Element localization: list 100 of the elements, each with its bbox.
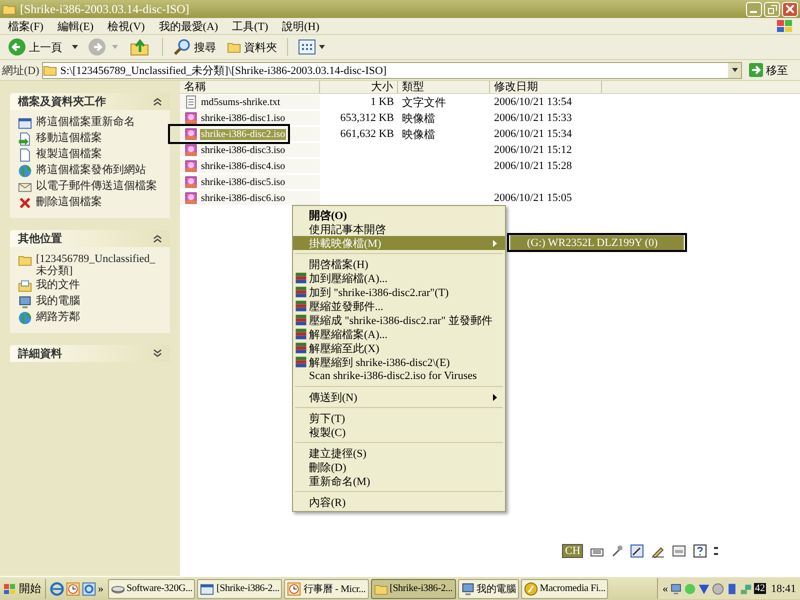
- menu-item[interactable]: (G:) WR2352L DLZ199Y (0): [511, 236, 683, 250]
- task-link[interactable]: 以電子郵件傳送這個檔案: [36, 180, 157, 192]
- clock-icon: [287, 582, 302, 596]
- menu-item[interactable]: 說明(H): [276, 18, 328, 34]
- menu-item[interactable]: Scan shrike-i386-disc2.iso for Viruses: [293, 369, 505, 383]
- menu-item[interactable]: 使用記事本開啓: [293, 222, 505, 236]
- taskbar-button[interactable]: 行事曆 - Micr...: [284, 578, 369, 598]
- section-title: 檔案及資料夾工作: [18, 94, 106, 109]
- back-button[interactable]: 上一頁: [4, 38, 66, 56]
- menu-item[interactable]: 加到 "shrike-i386-disc2.rar"(T): [293, 285, 505, 299]
- close-icon: [786, 5, 794, 13]
- column-header[interactable]: 名稱: [180, 81, 320, 93]
- quick-launch-overflow[interactable]: »: [98, 582, 104, 594]
- books-icon: [294, 285, 308, 299]
- task-link[interactable]: 將這個檔案發佈到網站: [36, 164, 146, 176]
- section-header[interactable]: 檔案及資料夾工作: [10, 93, 170, 110]
- dropdown-arrow-icon: [732, 68, 738, 72]
- task-link[interactable]: 我的文件: [36, 279, 80, 291]
- pen-tablet-icon[interactable]: [630, 544, 644, 558]
- menu-item[interactable]: 掛載映像檔(M): [293, 236, 505, 250]
- books-icon: [294, 341, 308, 355]
- menu-item[interactable]: 刪除(D): [293, 460, 505, 474]
- taskbar-button[interactable]: 我的電腦: [458, 578, 519, 598]
- task-link[interactable]: 複製這個檔案: [36, 148, 102, 160]
- folder-icon: [18, 253, 32, 267]
- column-header[interactable]: 類型: [398, 81, 490, 93]
- task-link[interactable]: 網路芳鄰: [36, 311, 80, 323]
- books-icon: [294, 327, 308, 341]
- menu-item[interactable]: 壓縮並發郵件...: [293, 299, 505, 313]
- taskbar-button[interactable]: [Shrike-i386-2...: [370, 578, 456, 598]
- disc-image-icon: [184, 175, 198, 189]
- document-folder-icon: [18, 279, 32, 293]
- books-icon: [294, 299, 308, 313]
- collapse-icon[interactable]: [153, 234, 162, 243]
- modified-date: 2006/10/21 13:54: [494, 96, 572, 108]
- dropdown-arrow-icon: [319, 45, 325, 49]
- options-icon[interactable]: [714, 545, 718, 557]
- up-folder-icon[interactable]: [130, 38, 150, 56]
- restore-icon: [768, 4, 776, 14]
- menu-item[interactable]: 傳送到(N): [293, 390, 505, 404]
- folders-button[interactable]: 資料夾: [223, 40, 281, 54]
- menu-item[interactable]: 檢視(V): [102, 18, 153, 34]
- file-size: 661,632 KB: [340, 128, 394, 140]
- language-button[interactable]: CH: [562, 544, 584, 558]
- modified-date: 2006/10/21 15:33: [494, 112, 572, 124]
- disc-icon[interactable]: [712, 582, 724, 594]
- dropdown-arrow-icon[interactable]: [72, 45, 78, 49]
- taskbar-button[interactable]: [Shrike-i386-2...: [197, 578, 282, 598]
- browser-icon[interactable]: [82, 582, 96, 596]
- menu-item[interactable]: 工具(T): [226, 18, 276, 34]
- browser-icon[interactable]: [50, 582, 64, 596]
- window-icon[interactable]: [672, 545, 686, 557]
- menu-item[interactable]: 內容(R): [293, 495, 505, 509]
- menu-item[interactable]: 複製(C): [293, 425, 505, 439]
- document-arrow-icon: [18, 132, 32, 146]
- menu-item[interactable]: 開啓檔案(H): [293, 257, 505, 271]
- task-link[interactable]: 刪除這個檔案: [36, 196, 102, 208]
- address-label: 網址(D): [2, 64, 40, 78]
- menu-item[interactable]: 重新命名(M): [293, 474, 505, 488]
- menu-item[interactable]: 編輯(E): [51, 18, 102, 34]
- search-button[interactable]: 搜尋: [169, 38, 220, 56]
- window-title: [Shrike-i386-2003.03.14-disc-ISO]: [20, 2, 190, 16]
- section-header[interactable]: 詳細資料: [10, 345, 170, 362]
- help-icon[interactable]: [693, 544, 708, 558]
- folder-icon: [43, 63, 58, 77]
- microphone-icon[interactable]: [611, 544, 624, 558]
- go-button[interactable]: 移至: [745, 62, 798, 78]
- document-icon: [18, 148, 32, 162]
- menu-item[interactable]: 建立捷徑(S): [293, 446, 505, 460]
- task-link[interactable]: [123456789_Unclassified_未分類]: [36, 253, 166, 277]
- task-link[interactable]: 移動這個檔案: [36, 132, 102, 144]
- triangle-icon[interactable]: [698, 582, 710, 594]
- window-icon: [18, 116, 32, 130]
- taskbar-button[interactable]: Macromedia Fi...: [520, 578, 608, 598]
- address-field[interactable]: S:\[123456789_Unclassified_未分類]\[Shrike-i386-2003.03.14-disc-ISO]: [42, 62, 742, 78]
- section-header[interactable]: 其他位置: [10, 230, 170, 247]
- menu-item[interactable]: 我的最愛(A): [152, 18, 226, 34]
- menu-item[interactable]: 剪下(T): [293, 411, 505, 425]
- tray-badge[interactable]: 42: [754, 583, 766, 594]
- expand-icon[interactable]: [153, 349, 162, 358]
- menu-item[interactable]: 解壓縮至此(X): [293, 341, 505, 355]
- computer-icon: [670, 582, 682, 594]
- close-button[interactable]: [782, 2, 798, 16]
- column-header[interactable]: 修改日期: [490, 81, 602, 93]
- taskbar-button[interactable]: Software-320G...: [108, 578, 196, 598]
- tray-overflow[interactable]: «: [662, 582, 668, 594]
- task-link[interactable]: 我的電腦: [36, 295, 80, 307]
- start-button[interactable]: 開始: [0, 578, 46, 598]
- collapse-icon[interactable]: [153, 97, 162, 106]
- books-icon: [294, 313, 308, 327]
- menu-item[interactable]: 檔案(F): [2, 18, 52, 34]
- menu-item[interactable]: 壓縮成 "shrike-i386-disc2.rar" 並發郵件: [293, 313, 505, 327]
- menu-item[interactable]: 加到壓縮檔(A)...: [293, 271, 505, 285]
- menu-item[interactable]: 開啓(O): [293, 208, 505, 222]
- column-header[interactable]: 大小: [320, 81, 398, 93]
- menu-item[interactable]: 解壓縮檔案(A)...: [293, 327, 505, 341]
- menu-item[interactable]: 解壓縮到 shrike-i386-disc2\(E): [293, 355, 505, 369]
- task-link[interactable]: 將這個檔案重新命名: [36, 116, 135, 128]
- dropdown-button[interactable]: [728, 62, 741, 78]
- disc-image-icon: [184, 127, 198, 141]
